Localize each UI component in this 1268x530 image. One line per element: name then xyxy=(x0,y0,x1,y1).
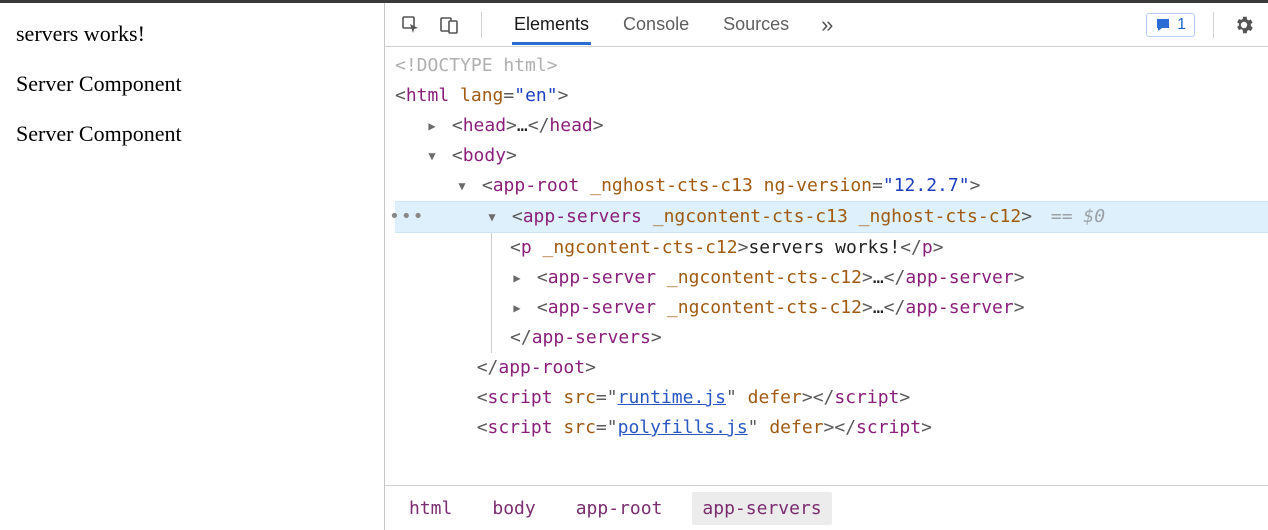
dom-app-root-close[interactable]: </app-root> xyxy=(395,353,1268,383)
breadcrumb: html body app-root app-servers xyxy=(385,486,1268,530)
breadcrumb-app-servers[interactable]: app-servers xyxy=(692,492,831,525)
rendered-page: servers works! Server Component Server C… xyxy=(0,3,384,530)
issues-badge[interactable]: 1 xyxy=(1146,13,1195,37)
expand-toggle-icon[interactable]: ▶ xyxy=(510,263,524,293)
devtools-toolbar: Elements Console Sources » 1 xyxy=(385,3,1268,47)
toolbar-separator-right xyxy=(1213,12,1214,38)
expand-toggle-icon[interactable]: ▶ xyxy=(510,293,524,323)
page-text-server-component-1: Server Component xyxy=(16,71,368,97)
elements-tree[interactable]: <!DOCTYPE html> <html lang="en"> ▶ <head… xyxy=(385,47,1268,486)
dom-selected-marker: == $0 xyxy=(1051,206,1105,227)
dom-html-open[interactable]: <html lang="en"> xyxy=(395,81,1268,111)
collapse-toggle-icon[interactable]: ▼ xyxy=(485,202,499,232)
dom-script-runtime[interactable]: <script src="runtime.js" defer></script> xyxy=(395,383,1268,413)
ellipsis-icon[interactable]: ••• xyxy=(389,202,425,232)
device-toggle-icon[interactable] xyxy=(437,13,461,37)
tab-elements[interactable]: Elements xyxy=(512,4,591,45)
dom-doctype: <!DOCTYPE html> xyxy=(395,55,558,76)
dom-app-servers-open[interactable]: ••• ▼ <app-servers _ngcontent-cts-c13 _n… xyxy=(395,201,1268,233)
collapse-toggle-icon[interactable]: ▼ xyxy=(425,141,439,171)
dom-script-polyfills[interactable]: <script src="polyfills.js" defer></scrip… xyxy=(395,413,1268,443)
page-text-server-component-2: Server Component xyxy=(16,121,368,147)
dom-head[interactable]: ▶ <head>…</head> xyxy=(395,111,1268,141)
breadcrumb-app-root[interactable]: app-root xyxy=(566,492,673,525)
dom-app-servers-close[interactable]: </app-servers> xyxy=(395,323,1268,353)
collapse-toggle-icon[interactable]: ▼ xyxy=(455,171,469,201)
breadcrumb-html[interactable]: html xyxy=(399,492,462,525)
dom-p-line[interactable]: <p _ngcontent-cts-c12>servers works!</p> xyxy=(395,233,1268,263)
tabs-overflow-icon[interactable]: » xyxy=(821,12,833,38)
dom-app-server-1[interactable]: ▶ <app-server _ngcontent-cts-c12>…</app-… xyxy=(395,263,1268,293)
inspect-element-icon[interactable] xyxy=(399,13,423,37)
message-icon xyxy=(1155,17,1171,33)
dom-app-server-2[interactable]: ▶ <app-server _ngcontent-cts-c12>…</app-… xyxy=(395,293,1268,323)
dom-app-root-open[interactable]: ▼ <app-root _nghost-cts-c13 ng-version="… xyxy=(395,171,1268,201)
devtools-panel: Elements Console Sources » 1 xyxy=(384,3,1268,530)
settings-gear-icon[interactable] xyxy=(1232,13,1256,37)
expand-toggle-icon[interactable]: ▶ xyxy=(425,111,439,141)
breadcrumb-body[interactable]: body xyxy=(482,492,545,525)
dom-body-open[interactable]: ▼ <body> xyxy=(395,141,1268,171)
issues-count: 1 xyxy=(1177,16,1186,34)
toolbar-separator xyxy=(481,12,482,38)
tab-console[interactable]: Console xyxy=(621,4,691,45)
page-text-servers-works: servers works! xyxy=(16,21,368,47)
tab-sources[interactable]: Sources xyxy=(721,4,791,45)
